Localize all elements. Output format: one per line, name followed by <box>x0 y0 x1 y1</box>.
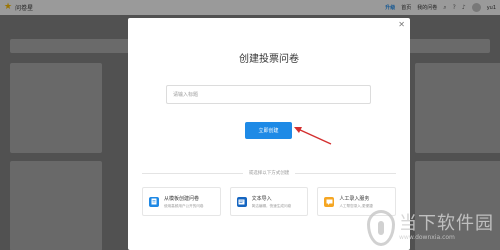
divider: 或选择以下方式创建 <box>142 169 396 177</box>
modal-title: 创建投票问卷 <box>239 54 299 65</box>
option-title: 文本导入 <box>251 195 272 202</box>
watermark-url: www.downxia.com <box>399 234 455 241</box>
create-options: 从模板创建问卷 使用高频用户公开的问卷 文本导入 简洁编辑，快速生成问卷 人工录… <box>142 187 397 216</box>
title-input[interactable] <box>166 85 371 104</box>
option-title: 从模板创建问卷 <box>164 195 200 202</box>
text-import-icon <box>236 196 247 207</box>
option-template[interactable]: 从模板创建问卷 使用高频用户公开的问卷 <box>142 187 221 216</box>
doc-icon <box>149 196 159 207</box>
option-text-import[interactable]: 文本导入 简洁编辑，快速生成问卷 <box>229 187 309 216</box>
option-desc: 简洁编辑，快速生成问卷 <box>251 203 292 208</box>
option-text: 文本导入 简洁编辑，快速生成问卷 <box>252 195 292 209</box>
option-text: 人工录入服务 人工帮您录入,更便捷 <box>339 195 373 209</box>
watermark-logo-icon <box>367 210 395 246</box>
watermark-title: 当下软件园 <box>399 213 494 234</box>
divider-text: 或选择以下方式创建 <box>248 171 290 176</box>
service-icon <box>324 196 335 207</box>
arrow-annotation-icon <box>294 127 332 145</box>
create-button[interactable]: 立即创建 <box>245 122 292 139</box>
option-desc: 使用高频用户公开的问卷 <box>164 203 204 208</box>
close-icon[interactable]: ✕ <box>398 21 405 29</box>
option-desc: 人工帮您录入,更便捷 <box>339 203 373 208</box>
divider-line <box>142 172 243 174</box>
option-text: 从模板创建问卷 使用高频用户公开的问卷 <box>164 195 204 209</box>
divider-line <box>295 172 396 174</box>
option-title: 人工录入服务 <box>339 195 370 202</box>
watermark: 当下软件园 www.downxia.com <box>367 210 494 246</box>
watermark-text: 当下软件园 www.downxia.com <box>399 213 494 242</box>
